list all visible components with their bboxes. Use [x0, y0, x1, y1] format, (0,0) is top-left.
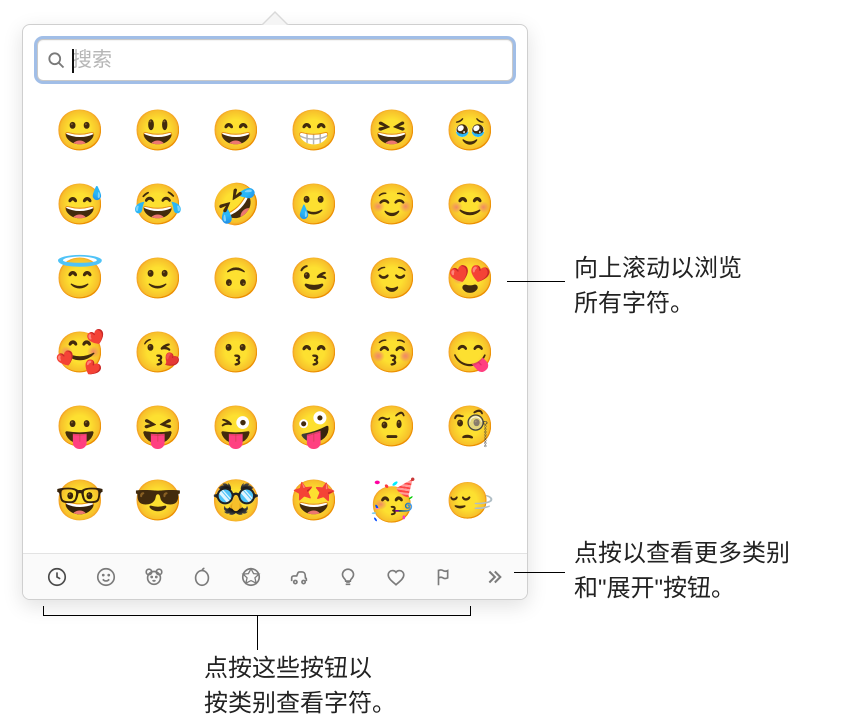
category-travel-button[interactable] — [275, 554, 323, 599]
emoji-cell[interactable]: 😇 — [54, 253, 106, 305]
emoji-cell[interactable]: 🧐 — [444, 401, 496, 453]
emoji-cell[interactable]: 😁 — [288, 105, 340, 157]
category-more-button[interactable] — [469, 554, 517, 599]
emoji-scroll-area[interactable]: 😀 😃 😄 😁 😆 🥹 😅 😂 🤣 🥲 ☺️ 😊 😇 🙂 🙃 😉 😌 😍 🥰 😘 😗 😙 😚 😋 😛 😝 😜 🤪 🤨 🧐 🤓 😎 🥸 🤩 🥳 🙂‍↔️ — [23, 91, 527, 553]
text-caret — [72, 49, 74, 73]
emoji-grid: 😀 😃 😄 😁 😆 🥹 😅 😂 🤣 🥲 ☺️ 😊 😇 🙂 🙃 😉 😌 😍 🥰 😘 😗 😙 😚 😋 😛 😝 😜 🤪 🤨 🧐 🤓 😎 🥸 🤩 🥳 🙂‍↔️ — [41, 105, 509, 527]
emoji-cell[interactable]: 🤓 — [54, 475, 106, 527]
emoji-cell[interactable]: 😀 — [54, 105, 106, 157]
popover-arrow — [261, 11, 289, 25]
leader-line — [257, 616, 258, 650]
category-smileys-button[interactable] — [81, 554, 129, 599]
search-row — [23, 25, 527, 91]
emoji-cell[interactable]: 🥰 — [54, 327, 106, 379]
emoji-cell[interactable]: 🥲 — [288, 179, 340, 231]
callout-bracket — [43, 606, 471, 616]
activity-icon — [240, 566, 262, 588]
category-flags-button[interactable] — [420, 554, 468, 599]
emoji-cell[interactable]: 😎 — [132, 475, 184, 527]
emoji-cell[interactable]: 😊 — [444, 179, 496, 231]
search-icon — [46, 50, 66, 70]
emoji-cell[interactable]: 😅 — [54, 179, 106, 231]
emoji-cell[interactable]: 😚 — [366, 327, 418, 379]
callout-text: 点按这些按钮以 按类别查看字符。 — [204, 655, 396, 717]
objects-icon — [337, 566, 359, 588]
character-viewer-panel: 😀 😃 😄 😁 😆 🥹 😅 😂 🤣 🥲 ☺️ 😊 😇 🙂 🙃 😉 😌 😍 🥰 😘 😗 😙 😚 😋 😛 😝 😜 🤪 🤨 🧐 🤓 😎 🥸 🤩 🥳 🙂‍↔️ — [22, 24, 528, 600]
emoji-cell[interactable]: 😘 — [132, 327, 184, 379]
emoji-cell[interactable]: 🥸 — [210, 475, 262, 527]
emoji-cell[interactable]: 😜 — [210, 401, 262, 453]
search-input[interactable] — [66, 49, 512, 72]
emoji-cell[interactable]: 😋 — [444, 327, 496, 379]
emoji-cell[interactable]: 😃 — [132, 105, 184, 157]
smileys-icon — [95, 566, 117, 588]
emoji-cell[interactable]: 🥳 — [366, 475, 418, 527]
emoji-cell[interactable]: 🤪 — [288, 401, 340, 453]
flags-icon — [433, 566, 455, 588]
emoji-cell[interactable]: 😄 — [210, 105, 262, 157]
callout-scroll-up: 向上滚动以浏览 所有字符。 — [574, 252, 742, 322]
emoji-cell[interactable]: 😝 — [132, 401, 184, 453]
emoji-cell[interactable]: 🤨 — [366, 401, 418, 453]
character-viewer-popover: 😀 😃 😄 😁 😆 🥹 😅 😂 🤣 🥲 ☺️ 😊 😇 🙂 🙃 😉 😌 😍 🥰 😘 😗 😙 😚 😋 😛 😝 😜 🤪 🤨 🧐 🤓 😎 🥸 🤩 🥳 🙂‍↔️ — [22, 24, 528, 600]
more-icon — [482, 566, 504, 588]
frequently-used-icon — [46, 566, 68, 588]
emoji-cell[interactable]: 🙃 — [210, 253, 262, 305]
animals-icon — [143, 566, 165, 588]
category-objects-button[interactable] — [323, 554, 371, 599]
emoji-cell[interactable]: 🙂‍↔️ — [444, 475, 496, 527]
emoji-cell[interactable]: ☺️ — [366, 179, 418, 231]
callout-text: 向上滚动以浏览 所有字符。 — [574, 255, 742, 317]
emoji-cell[interactable]: 😍 — [444, 253, 496, 305]
emoji-cell[interactable]: 🥹 — [444, 105, 496, 157]
food-icon — [191, 566, 213, 588]
emoji-cell[interactable]: 🙂 — [132, 253, 184, 305]
emoji-cell[interactable]: 😂 — [132, 179, 184, 231]
callout-more-categories: 点按以查看更多类别 和"展开"按钮。 — [574, 537, 790, 607]
callout-category-buttons: 点按这些按钮以 按类别查看字符。 — [204, 652, 396, 722]
emoji-cell[interactable]: 😌 — [366, 253, 418, 305]
category-frequently-used-button[interactable] — [33, 554, 81, 599]
emoji-cell[interactable]: 😆 — [366, 105, 418, 157]
emoji-cell[interactable]: 😗 — [210, 327, 262, 379]
emoji-cell[interactable]: 😉 — [288, 253, 340, 305]
category-activity-button[interactable] — [227, 554, 275, 599]
travel-icon — [288, 566, 310, 588]
symbols-icon — [385, 566, 407, 588]
leader-line — [507, 281, 565, 282]
category-food-button[interactable] — [178, 554, 226, 599]
emoji-cell[interactable]: 🤩 — [288, 475, 340, 527]
callout-text: 点按以查看更多类别 和"展开"按钮。 — [574, 540, 790, 602]
emoji-cell[interactable]: 😙 — [288, 327, 340, 379]
leader-line — [514, 572, 565, 573]
emoji-cell[interactable]: 😛 — [54, 401, 106, 453]
category-bar — [23, 553, 527, 599]
category-animals-button[interactable] — [130, 554, 178, 599]
emoji-cell[interactable]: 🤣 — [210, 179, 262, 231]
category-symbols-button[interactable] — [372, 554, 420, 599]
search-box[interactable] — [37, 39, 513, 81]
